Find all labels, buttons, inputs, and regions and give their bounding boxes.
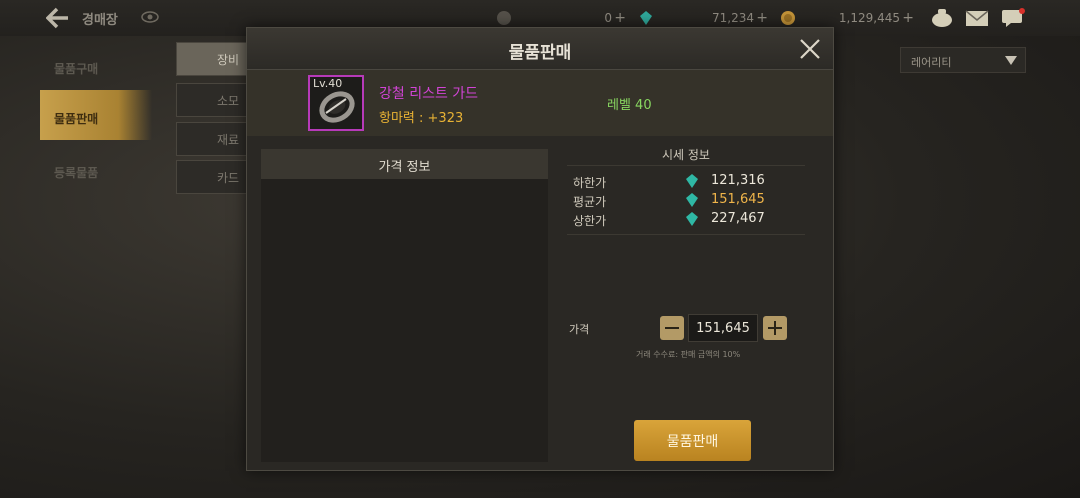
- currency-moon-add-button[interactable]: +: [614, 10, 626, 26]
- back-arrow-icon[interactable]: [46, 7, 70, 29]
- market-row-label: 하한가: [573, 176, 607, 190]
- price-input[interactable]: 151,645: [688, 314, 758, 342]
- moon-coin-icon: [497, 11, 511, 25]
- pot-icon[interactable]: [930, 8, 954, 28]
- tab-sell[interactable]: 물품판매: [40, 90, 152, 140]
- currency-gem-value: 71,234: [712, 11, 754, 25]
- price-label: 가격: [569, 323, 590, 336]
- item-stat: 항마력 : +323: [379, 111, 464, 126]
- market-row-label: 상한가: [573, 214, 607, 228]
- currency-gold-value: 1,129,445: [838, 11, 900, 25]
- close-icon[interactable]: [797, 36, 823, 62]
- market-row-avg: 평균가 151,645: [573, 191, 803, 211]
- currency-gold-add-button[interactable]: +: [902, 10, 914, 26]
- price-info-header: 가격 정보: [261, 149, 548, 179]
- item-name: 강철 리스트 가드: [379, 86, 479, 102]
- market-row-value: 151,645: [711, 192, 765, 207]
- modal-header: 물품판매: [247, 28, 833, 70]
- market-row-value: 227,467: [711, 211, 765, 226]
- gem-icon: [640, 11, 652, 25]
- chat-icon[interactable]: [1001, 8, 1025, 28]
- market-row-max: 상한가 227,467: [573, 210, 803, 230]
- gold-coin-icon: [781, 11, 795, 25]
- market-row-min: 하한가 121,316: [573, 172, 803, 192]
- market-row-label: 평균가: [573, 195, 607, 209]
- modal-title: 물품판매: [508, 43, 572, 63]
- tab-buy[interactable]: 물품구매: [40, 40, 152, 90]
- decrease-price-button[interactable]: [660, 316, 684, 340]
- minus-icon: [665, 327, 679, 329]
- page-title: 경매장: [82, 13, 118, 28]
- currency-moon-value: 0: [604, 11, 612, 25]
- tab-registered[interactable]: 등록물품: [40, 144, 152, 194]
- divider: [567, 234, 805, 235]
- mail-icon[interactable]: [965, 8, 989, 28]
- gem-icon: [686, 193, 698, 207]
- rarity-filter-dropdown[interactable]: 레어리티: [900, 47, 1026, 73]
- sell-item-modal: 물품판매 Lv.40 강철 리스트 가드 항마력 : +323 레벨 40 가격…: [246, 27, 834, 471]
- market-row-value: 121,316: [711, 173, 765, 188]
- item-required-level: 레벨 40: [607, 98, 652, 113]
- currency-gem-add-button[interactable]: +: [756, 10, 768, 26]
- price-info-panel: 가격 정보: [261, 149, 548, 462]
- gem-icon: [686, 212, 698, 226]
- rarity-filter-label: 레어리티: [911, 56, 952, 69]
- wrist-guard-icon: [319, 91, 355, 123]
- increase-price-button[interactable]: [763, 316, 787, 340]
- item-summary: Lv.40 강철 리스트 가드 항마력 : +323 레벨 40: [247, 70, 833, 136]
- chevron-down-icon: [1005, 56, 1017, 65]
- eye-icon[interactable]: [140, 9, 160, 25]
- item-icon[interactable]: Lv.40: [308, 75, 364, 131]
- gem-icon: [686, 174, 698, 188]
- sell-item-button[interactable]: 물품판매: [634, 420, 751, 461]
- fee-note: 거래 수수료: 판매 금액의 10%: [636, 350, 741, 359]
- market-info-header: 시세 정보: [567, 146, 805, 166]
